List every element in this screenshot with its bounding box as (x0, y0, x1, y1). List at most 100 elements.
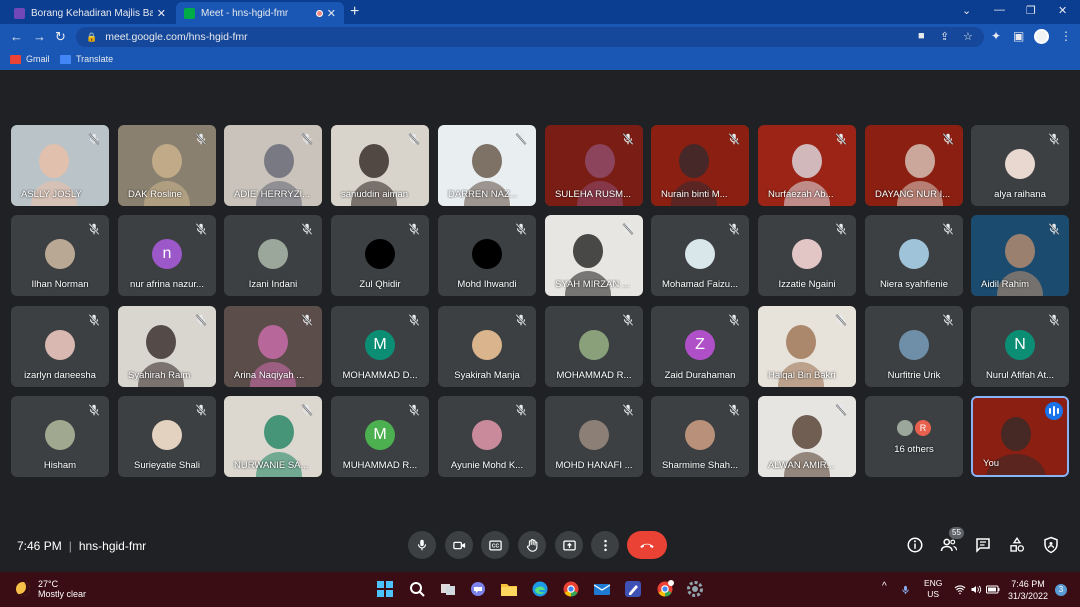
pen-app-icon[interactable] (624, 580, 642, 598)
participant-name: SULEHA RUSM... (555, 189, 632, 200)
participant-tile-syahirah-raim[interactable]: Syahirah Raim (118, 306, 216, 387)
mic-off-icon (408, 314, 420, 326)
participant-tile-aslly-josly[interactable]: ASLLY JOSLY (11, 125, 109, 206)
participant-tile-suleha-rusm[interactable]: SULEHA RUSM... (545, 125, 643, 206)
file-explorer-icon[interactable] (500, 580, 518, 598)
participant-tile-nurfitrie-urik[interactable]: Nurfitrie Urik (865, 306, 963, 387)
participant-tile-izzatie-ngaini[interactable]: Izzatie Ngaini (758, 215, 856, 296)
system-clock[interactable]: 7:46 PM 31/3/2022 (1008, 578, 1048, 602)
chat-icon[interactable] (974, 536, 992, 554)
participant-tile-hisham[interactable]: Hisham (11, 396, 109, 477)
bookmark-gmail[interactable]: Gmail (10, 54, 50, 64)
participant-tile-ayunie-mohd-k[interactable]: Ayunie Mohd K... (438, 396, 536, 477)
participant-tile-mohammad-r[interactable]: MOHAMMAD R... (545, 306, 643, 387)
participant-tile-zaid-durahaman[interactable]: Z Zaid Durahaman (651, 306, 749, 387)
participant-tile-sharmime-shah[interactable]: Sharmime Shah... (651, 396, 749, 477)
windows-start-icon[interactable] (376, 580, 394, 598)
participant-tile-you[interactable]: You (971, 396, 1069, 477)
profile-avatar[interactable] (1034, 29, 1049, 44)
camera-button[interactable] (445, 531, 473, 559)
host-controls-shield-icon[interactable] (1042, 536, 1060, 554)
participant-tile-nurfaezah-ab[interactable]: Nurfaezah Ab... (758, 125, 856, 206)
minimize-button[interactable]: — (994, 4, 1005, 16)
participant-tile-mohd-ihwandi[interactable]: Mohd Ihwandi (438, 215, 536, 296)
raise-hand-button[interactable] (518, 531, 546, 559)
participant-tile-mohd-hanafi[interactable]: MOHD HANAFI ... (545, 396, 643, 477)
participant-tile-aidil-rahim[interactable]: Aidil Rahim (971, 215, 1069, 296)
participant-avatar (579, 330, 609, 360)
battery-icon[interactable] (986, 585, 1000, 594)
close-tab-icon[interactable]: ✕ (157, 7, 166, 20)
participant-tile-nur-afrina-nazur[interactable]: n nur afrina nazur... (118, 215, 216, 296)
chrome-active-icon[interactable] (656, 580, 674, 598)
participant-tile-zul-qhidir[interactable]: Zul Qhidir (331, 215, 429, 296)
bookmark-star-icon[interactable]: ☆ (963, 30, 973, 43)
close-tab-icon[interactable]: ✕ (327, 7, 336, 20)
participant-tile-izani-indani[interactable]: Izani Indani (224, 215, 322, 296)
wifi-icon[interactable] (954, 584, 966, 595)
menu-kebab-icon[interactable]: ⋮ (1060, 29, 1072, 43)
participant-tile-izarlyn-daneesha[interactable]: izarlyn daneesha (11, 306, 109, 387)
teams-chat-icon[interactable] (469, 580, 487, 598)
mic-off-icon (1048, 133, 1060, 145)
tray-mic-icon[interactable] (900, 583, 911, 597)
omnibox[interactable]: 🔒 meet.google.com/hns-hgid-fmr ■ ⇪ ☆ (76, 27, 984, 47)
present-button[interactable] (555, 531, 583, 559)
tab-attendance-form[interactable]: Borang Kehadiran Majlis Bacaan ✕ (6, 2, 174, 24)
participant-tile-dayang-nur-i[interactable]: DAYANG NUR I... (865, 125, 963, 206)
participant-tile-nurain-binti-m[interactable]: Nurain binti M... (651, 125, 749, 206)
tray-overflow-chevron-icon[interactable]: ^ (882, 581, 887, 592)
participant-tile-mohamad-faizu[interactable]: Mohamad Faizu... (651, 215, 749, 296)
settings-gear-icon[interactable] (686, 580, 704, 598)
edge-icon[interactable] (531, 580, 549, 598)
participant-tile-nurwanie-sa[interactable]: NURWANIE SA... (224, 396, 322, 477)
extensions-icon[interactable]: ✦ (991, 29, 1001, 43)
weather-widget[interactable]: 27°C Mostly clear (16, 579, 86, 599)
camera-in-use-icon[interactable]: ■ (918, 30, 925, 42)
participant-tile-sanuddin-aiman[interactable]: sanuddin aiman (331, 125, 429, 206)
participant-tile-niera-syahfienie[interactable]: Niera syahfienie (865, 215, 963, 296)
meeting-time: 7:46 PM (17, 539, 62, 553)
participant-tile-syah-mirzan[interactable]: SYAH MIRZAN ... (545, 215, 643, 296)
back-icon[interactable]: ← (10, 29, 23, 44)
volume-icon[interactable] (970, 584, 982, 595)
participant-tile-16-others[interactable]: R 16 others (865, 396, 963, 477)
share-icon[interactable]: ⇪ (940, 30, 949, 43)
participant-tile-ilhan-norman[interactable]: Ilhan Norman (11, 215, 109, 296)
microphone-button[interactable] (408, 531, 436, 559)
mic-off-icon (515, 223, 527, 235)
language-indicator[interactable]: ENG US (924, 578, 942, 600)
tab-meet[interactable]: Meet - hns-hgid-fmr ✕ (176, 2, 344, 24)
participant-tile-alya-raihana[interactable]: alya raihana (971, 125, 1069, 206)
search-icon[interactable] (408, 580, 426, 598)
more-options-button[interactable] (591, 531, 619, 559)
leave-call-button[interactable] (627, 531, 667, 559)
reload-icon[interactable]: ↻ (55, 29, 66, 45)
activities-icon[interactable] (1008, 536, 1026, 554)
captions-button[interactable]: CC (481, 531, 509, 559)
notification-badge[interactable]: 3 (1055, 584, 1067, 596)
close-window-button[interactable]: ✕ (1058, 4, 1067, 17)
bookmark-translate[interactable]: Translate (60, 54, 113, 64)
mail-icon[interactable] (593, 580, 611, 598)
participant-avatar: Z (685, 330, 715, 360)
participant-tile-mohammad-d[interactable]: M MOHAMMAD D... (331, 306, 429, 387)
participant-tile-arina-naqiyah[interactable]: Arina Naqiyah ... (224, 306, 322, 387)
meeting-details-info-icon[interactable] (906, 536, 924, 554)
side-panel-icon[interactable]: ▣ (1013, 29, 1024, 43)
participant-tile-muhammad-r[interactable]: M MUHAMMAD R... (331, 396, 429, 477)
task-view-icon[interactable] (439, 580, 457, 598)
participant-tile-adie-herryzi[interactable]: ADIE' HERRYZI... (224, 125, 322, 206)
chrome-icon[interactable] (562, 580, 580, 598)
participant-tile-surieyatie-shali[interactable]: Surieyatie Shali (118, 396, 216, 477)
tab-search-icon[interactable]: ⌄ (962, 4, 971, 17)
participant-tile-darren-naz[interactable]: DARREN NAZ... (438, 125, 536, 206)
forward-icon[interactable]: → (33, 29, 46, 44)
participant-tile-haiqal-bin-bakri[interactable]: Haiqal Bin Bakri (758, 306, 856, 387)
participant-tile-nurul-afifah-at[interactable]: N Nurul Afifah At... (971, 306, 1069, 387)
participant-tile-syakirah-manja[interactable]: Syakirah Manja (438, 306, 536, 387)
restore-button[interactable]: ❐ (1026, 4, 1036, 17)
participant-tile-dak-rosline[interactable]: DAK Rosline (118, 125, 216, 206)
new-tab-button[interactable]: + (350, 3, 359, 21)
participant-tile-alwan-amir[interactable]: ALWAN AMIR... (758, 396, 856, 477)
